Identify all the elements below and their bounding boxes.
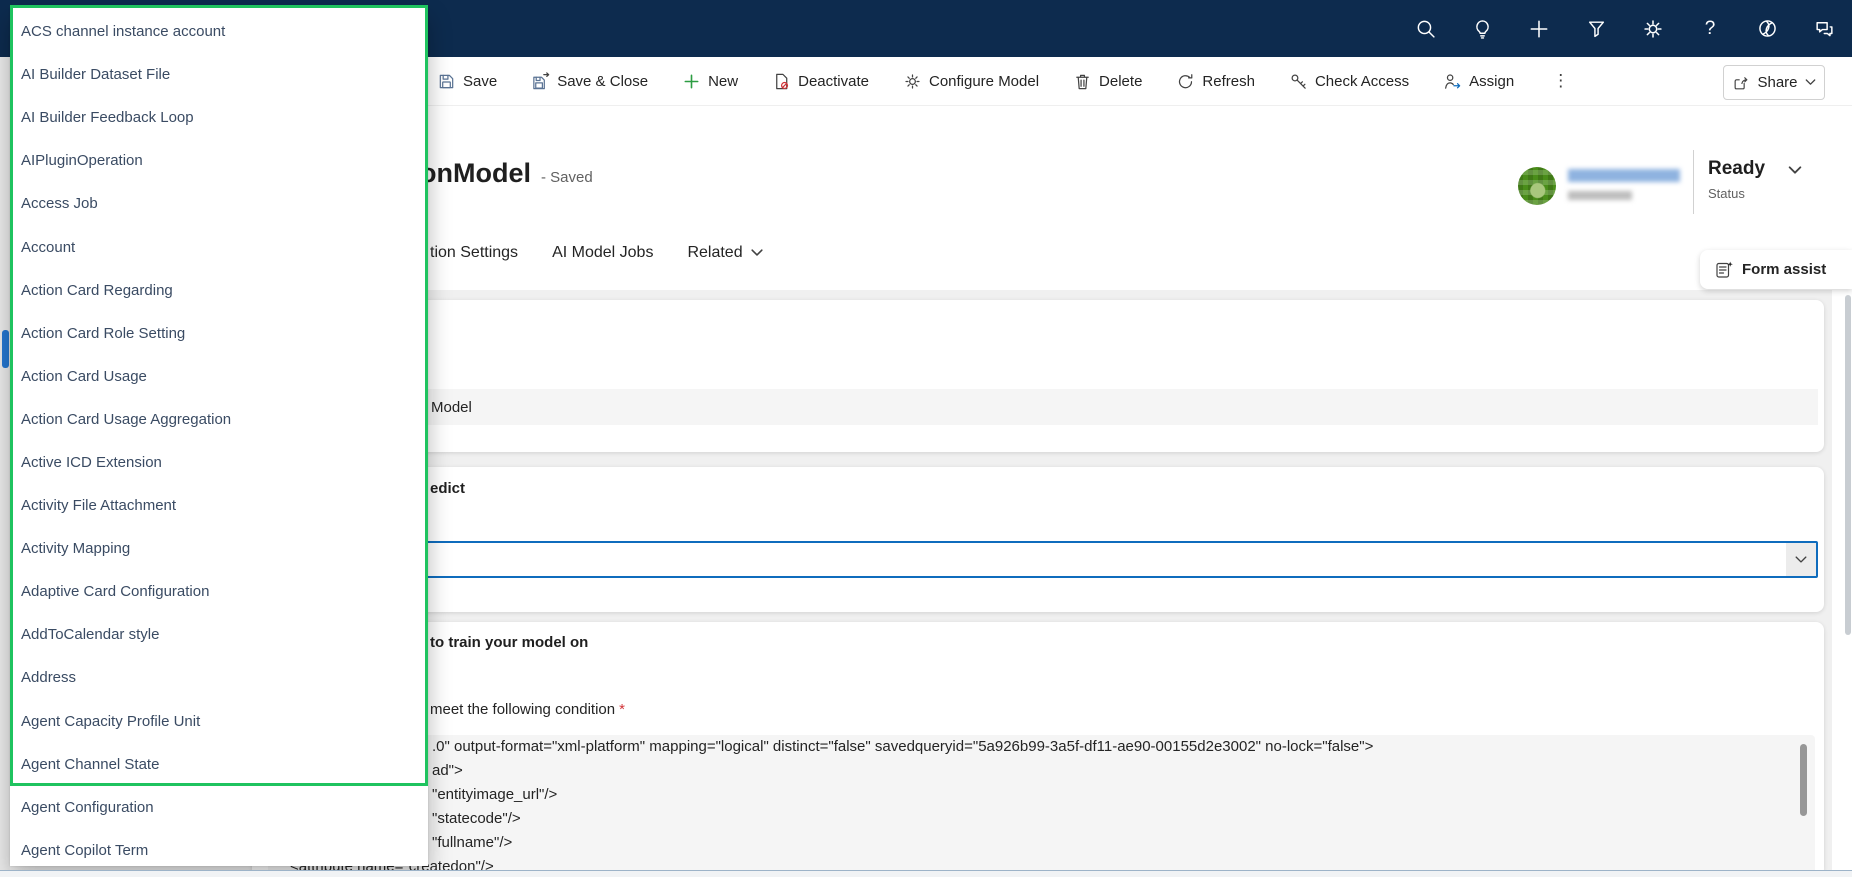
share-icon <box>1735 76 1748 89</box>
left-scroll-strip <box>0 57 10 877</box>
code-line: "entityimage_url"/> <box>432 786 558 803</box>
list-item[interactable]: Adaptive Card Configuration <box>10 570 428 613</box>
status-value: Ready <box>1708 158 1766 179</box>
trash-icon <box>1076 74 1089 89</box>
configure-model-button[interactable]: Configure Model <box>903 72 1039 91</box>
new-plus-icon <box>684 74 699 88</box>
owner-subtitle-blurred <box>1568 191 1632 200</box>
assign-person-icon <box>1445 73 1461 89</box>
predict-section-heading: edict <box>430 480 466 497</box>
list-item[interactable]: Action Card Usage <box>10 355 428 398</box>
refresh-button[interactable]: Refresh <box>1176 72 1255 91</box>
new-button[interactable]: New <box>682 72 738 91</box>
list-item[interactable]: Access Job <box>10 182 428 225</box>
status-chevron-icon[interactable] <box>1788 166 1802 175</box>
code-line: "fullname"/> <box>432 834 513 851</box>
delete-button[interactable]: Delete <box>1073 72 1142 91</box>
form-tabs: tion Settings AI Model Jobs Related <box>430 244 763 262</box>
list-item[interactable]: Action Card Regarding <box>10 269 428 312</box>
fetchxml-scrollbar-thumb[interactable] <box>1800 744 1807 816</box>
assign-button[interactable]: Assign <box>1443 72 1514 91</box>
list-item[interactable]: Activity Mapping <box>10 527 428 570</box>
combobox-chevron-button[interactable] <box>1786 543 1816 576</box>
help-icon[interactable]: ? <box>1698 17 1722 41</box>
add-icon[interactable] <box>1527 17 1551 41</box>
list-item[interactable]: Action Card Role Setting <box>10 312 428 355</box>
record-title-row: onModel - Saved <box>420 158 593 189</box>
header-divider <box>1693 150 1694 214</box>
tab-related[interactable]: Related <box>687 244 763 262</box>
configure-model-icon <box>905 73 920 89</box>
page-scrollbar-thumb[interactable] <box>1845 295 1851 635</box>
tab-ai-model-jobs[interactable]: AI Model Jobs <box>552 244 653 262</box>
chevron-down-icon <box>1795 555 1807 563</box>
deactivate-button[interactable]: Deactivate <box>772 72 869 91</box>
list-item[interactable]: Address <box>10 656 428 699</box>
share-button[interactable]: Share <box>1723 65 1825 100</box>
filter-icon[interactable] <box>1584 17 1608 41</box>
tab-prediction-settings[interactable]: tion Settings <box>430 244 518 262</box>
list-item[interactable]: Agent Channel State <box>10 743 428 786</box>
train-section-heading: to train your model on <box>430 634 589 651</box>
list-item[interactable]: Active ICD Extension <box>10 441 428 484</box>
save-close-icon <box>533 71 550 89</box>
deactivate-icon <box>776 73 789 89</box>
search-icon[interactable] <box>1413 17 1437 41</box>
save-and-close-button[interactable]: Save & Close <box>531 71 648 91</box>
chevron-down-icon <box>1805 79 1815 85</box>
list-item[interactable]: Agent Copilot Term <box>10 829 428 866</box>
key-icon <box>1291 74 1306 89</box>
entity-combobox[interactable] <box>412 541 1818 578</box>
code-line: ad"> <box>432 762 463 779</box>
fetchxml-editor[interactable] <box>268 735 1815 877</box>
section-card-predict <box>252 467 1824 612</box>
list-item[interactable]: AIPluginOperation <box>10 139 428 182</box>
list-item[interactable]: Agent Capacity Profile Unit <box>10 700 428 743</box>
feedback-chat-icon[interactable] <box>1812 17 1836 41</box>
left-scrollbar-thumb[interactable] <box>2 330 9 368</box>
list-item[interactable]: AI Builder Dataset File <box>10 53 428 96</box>
list-item[interactable]: Agent Configuration <box>10 786 428 829</box>
list-item[interactable]: Action Card Usage Aggregation <box>10 398 428 441</box>
owner-name-blurred <box>1568 169 1680 182</box>
lightbulb-icon[interactable] <box>1470 17 1494 41</box>
list-item[interactable]: Account <box>10 225 428 268</box>
app-window: ? Save Save & Close New Deactivate Confi… <box>0 0 1852 877</box>
list-item[interactable]: AI Builder Feedback Loop <box>10 96 428 139</box>
gear-icon[interactable] <box>1641 17 1665 41</box>
condition-label: meet the following condition * <box>430 701 625 718</box>
model-field-row[interactable]: Model <box>408 389 1818 425</box>
command-overflow-button[interactable]: ⋮ <box>1548 71 1573 91</box>
status-label: Status <box>1708 186 1745 201</box>
form-assist-button[interactable]: Form assist <box>1700 250 1852 289</box>
sphere-icon[interactable] <box>1755 17 1779 41</box>
form-assist-icon <box>1716 261 1733 278</box>
owner-avatar[interactable] <box>1518 167 1556 205</box>
save-button[interactable]: Save <box>437 72 497 91</box>
code-line: .0" output-format="xml-platform" mapping… <box>432 738 1374 755</box>
list-item[interactable]: Activity File Attachment <box>10 484 428 527</box>
refresh-icon <box>1179 73 1193 88</box>
chevron-down-icon <box>751 249 763 256</box>
page-title: onModel <box>420 158 531 188</box>
required-asterisk: * <box>619 701 625 718</box>
save-icon <box>439 74 454 88</box>
bottom-scrollbar-track[interactable] <box>0 870 1852 877</box>
list-item[interactable]: ACS channel instance account <box>10 10 428 53</box>
save-status: - Saved <box>540 169 593 186</box>
code-line: "statecode"/> <box>432 810 521 827</box>
entity-dropdown-flyout: ACS channel instance account AI Builder … <box>10 8 428 866</box>
check-access-button[interactable]: Check Access <box>1289 72 1409 91</box>
section-card-general <box>252 300 1824 452</box>
list-item[interactable]: AddToCalendar style <box>10 613 428 656</box>
